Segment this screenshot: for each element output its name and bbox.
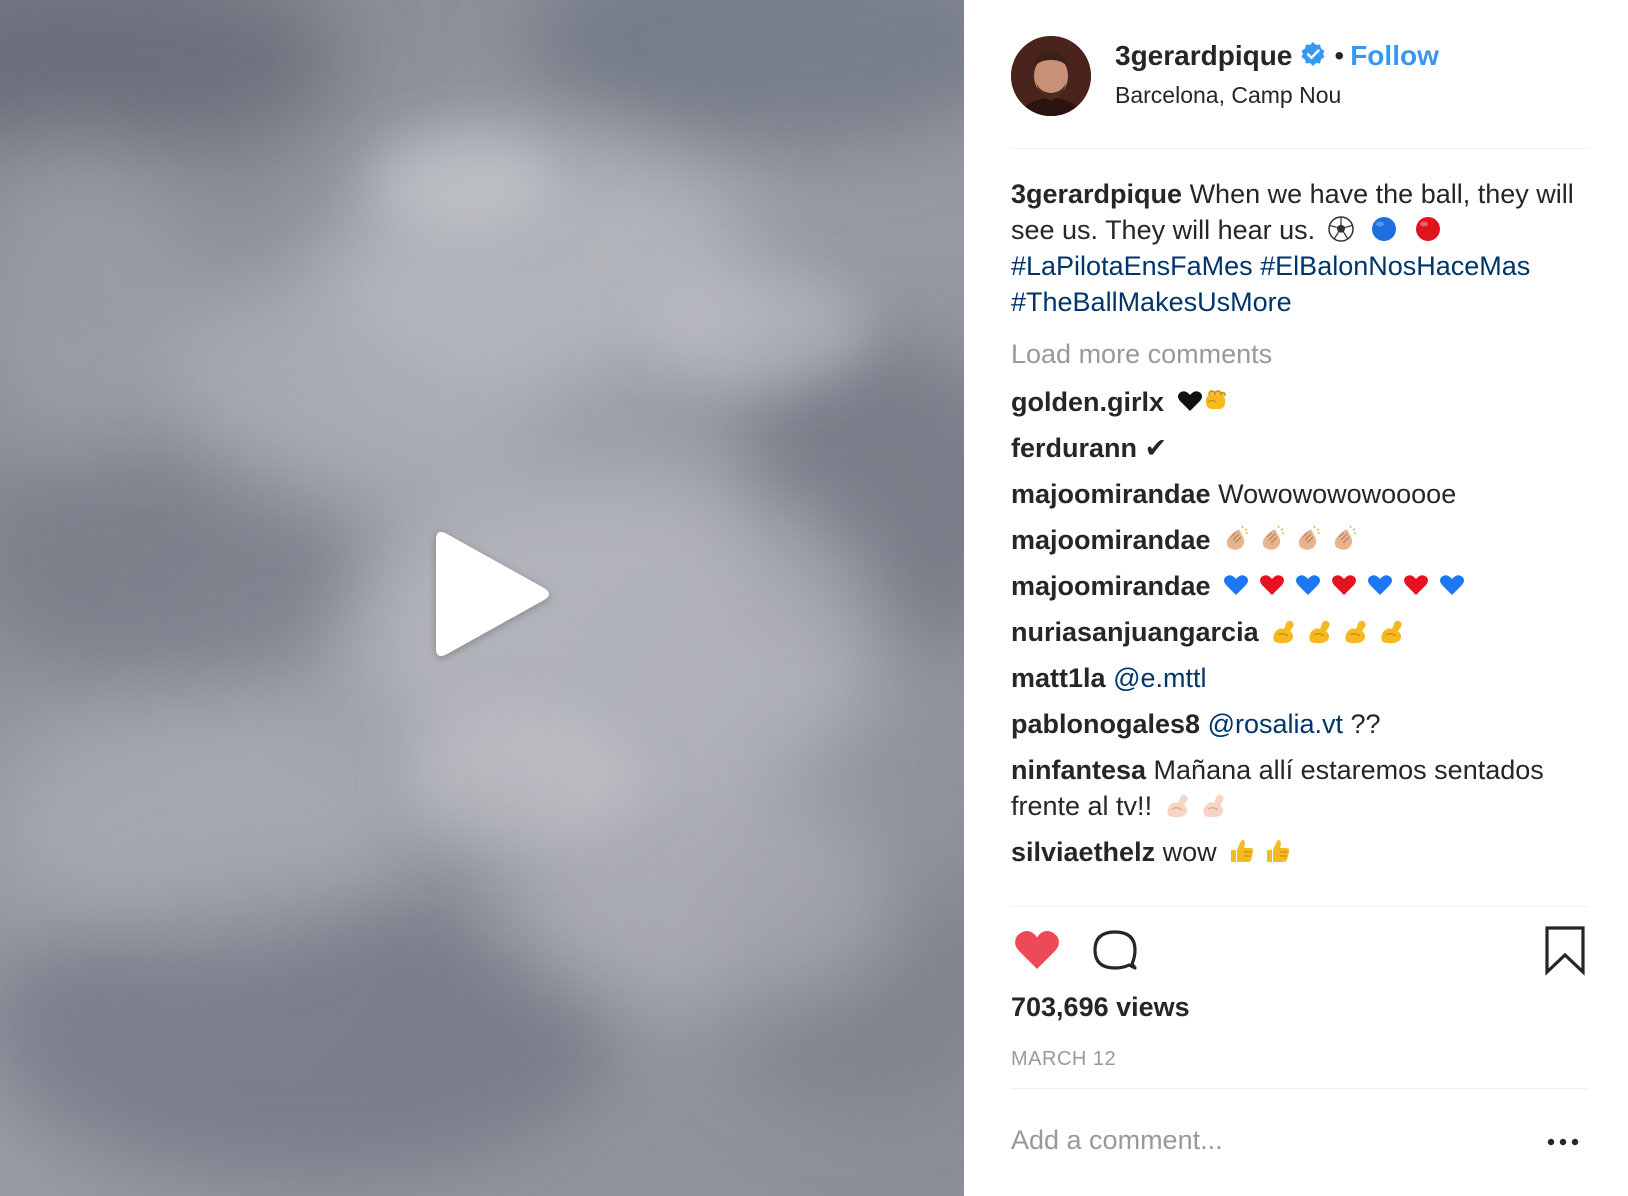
follow-button[interactable]: Follow [1350,40,1439,71]
comment-item: pablonogales8 @rosalia.vt ?? [1011,706,1591,742]
play-button[interactable] [420,526,560,666]
instagram-post-page: 3gerardpique • Follow Barcelona, Camp Nou … [0,0,1628,1196]
post-username[interactable]: 3gerardpique [1115,40,1292,71]
comment-button[interactable] [1089,924,1141,976]
red-heart-icon [1330,571,1358,599]
comment-item: silviaethelz wow [1011,834,1591,870]
comment-username[interactable]: golden.girlx [1011,387,1164,417]
flexed-biceps-icon [1378,617,1406,645]
comment-item: golden.girlx [1011,384,1591,420]
flexed-biceps-icon [1270,617,1298,645]
mention-link[interactable]: @e.mttl [1113,663,1206,693]
red-heart-icon [1258,571,1286,599]
comment-item: majoomirandae [1011,568,1591,604]
comment-item: majoomirandae [1011,522,1591,558]
save-button[interactable] [1539,924,1591,976]
comment-username[interactable]: ferdurann [1011,433,1137,463]
comment-username[interactable]: ninfantesa [1011,755,1146,785]
comment-username[interactable]: nuriasanjuangarcia [1011,617,1259,647]
comment-bubble-icon [1093,930,1137,970]
post-date: MARCH 12 [1011,1048,1117,1070]
comment-item: ninfantesa Mañana allí estaremos sentado… [1011,752,1591,824]
separator-dot: • [1334,40,1345,71]
mention-link[interactable]: @rosalia.vt [1208,709,1343,739]
hashtag-link[interactable]: #ElBalonNosHaceMas [1260,251,1530,281]
comment-username[interactable]: silviaethelz [1011,837,1155,867]
comment-item: nuriasanjuangarcia [1011,614,1591,650]
verified-badge-icon [1300,41,1326,67]
red-circle-icon [1414,215,1442,243]
blue-circle-icon [1370,215,1398,243]
comment-username[interactable]: majoomirandae [1011,525,1211,555]
profile-photo-icon [1011,36,1091,116]
caption: 3gerardpique When we have the ball, they… [1011,176,1591,320]
thumbs-up-icon [1264,837,1292,865]
blue-heart-icon [1438,571,1466,599]
flexed-biceps-icon [1342,617,1370,645]
add-comment-input[interactable] [1011,1118,1511,1162]
comment-text: ?? [1350,709,1381,739]
bookmark-icon [1545,926,1585,976]
soccer-ball-icon [1327,215,1355,243]
flexed-biceps-light-icon [1200,791,1228,819]
flexed-biceps-icon [1306,617,1334,645]
clap-icon [1258,525,1286,553]
hashtag-link[interactable]: #LaPilotaEnsFaMes [1011,251,1253,281]
heart-filled-icon [1015,931,1059,969]
comment-item: matt1la @e.mttl [1011,660,1591,696]
comment-username[interactable]: majoomirandae [1011,571,1211,601]
more-options-button[interactable] [1538,1122,1588,1162]
comment-item: majoomirandae Wowowowowooooe [1011,476,1591,512]
fist-icon [1202,387,1230,415]
header-title-row: 3gerardpique • Follow [1115,40,1439,72]
avatar[interactable] [1011,36,1091,116]
flexed-biceps-light-icon [1164,791,1192,819]
action-bar [1011,924,1591,984]
caption-username[interactable]: 3gerardpique [1011,179,1182,209]
red-heart-icon [1402,571,1430,599]
black-heart-icon [1176,387,1204,415]
location-link[interactable]: Barcelona, Camp Nou [1115,82,1341,109]
comments-list: 3gerardpique When we have the ball, they… [1011,176,1591,870]
clap-icon [1222,525,1250,553]
blue-heart-icon [1366,571,1394,599]
post-header: 3gerardpique • Follow Barcelona, Camp Nou [1011,34,1581,118]
blue-heart-icon [1222,571,1250,599]
views-count[interactable]: 703,696 views [1011,992,1190,1023]
header-divider [1011,148,1588,149]
post-details-panel: 3gerardpique • Follow Barcelona, Camp Nou … [964,0,1628,1196]
thumbs-up-icon [1228,837,1256,865]
ellipsis-icon [1547,1138,1579,1146]
comment-username[interactable]: matt1la [1011,663,1106,693]
comment-username[interactable]: pablonogales8 [1011,709,1200,739]
actions-divider [1011,906,1588,907]
comment-text: wow [1162,837,1217,867]
clap-icon [1294,525,1322,553]
like-button[interactable] [1011,924,1063,976]
video-player[interactable] [0,0,964,1196]
add-comment-divider [1011,1088,1588,1089]
blue-heart-icon [1294,571,1322,599]
hashtag-link[interactable]: #TheBallMakesUsMore [1011,287,1292,317]
play-icon [436,532,549,656]
clap-icon [1330,525,1358,553]
load-more-comments-button[interactable]: Load more comments [1011,334,1591,374]
comment-item: ferdurann ✔ [1011,430,1591,466]
comment-username[interactable]: majoomirandae [1011,479,1211,509]
comment-text: ✔ [1144,433,1168,463]
comment-text: Wowowowowooooe [1218,479,1457,509]
